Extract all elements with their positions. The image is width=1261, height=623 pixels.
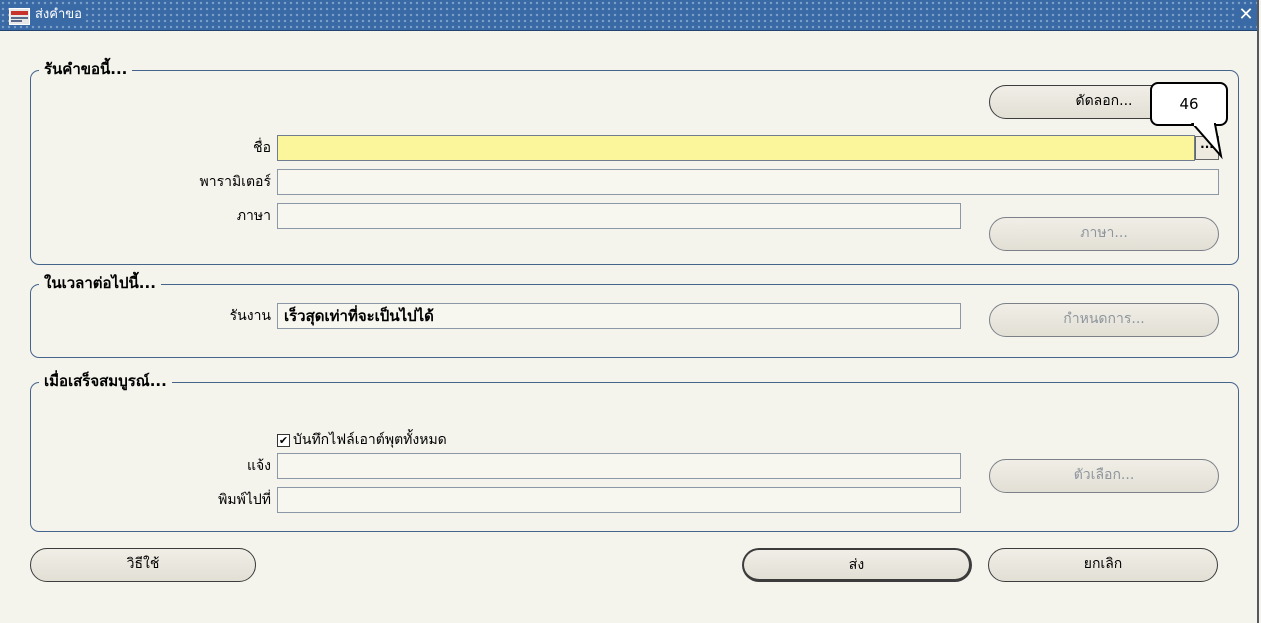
schedule-group-title: ในเวลาต่อไปนี้...	[39, 274, 161, 292]
callout-annotation: 46	[1150, 82, 1228, 126]
parameters-label: พารามิเตอร์	[199, 174, 271, 190]
options-button[interactable]: ตัวเลือก...	[989, 459, 1219, 493]
save-output-label: บันทึกไฟล์เอาต์พุตทั้งหมด	[293, 432, 447, 448]
parameters-field[interactable]	[277, 169, 1219, 195]
schedule-button[interactable]: กำหนดการ...	[989, 303, 1219, 337]
notify-field[interactable]	[277, 453, 961, 479]
callout-pointer	[1190, 122, 1223, 160]
completion-group: เมื่อเสร็จสมบูรณ์... ✔ บันทึกไฟล์เอาต์พุ…	[30, 372, 1239, 532]
name-field[interactable]	[277, 135, 1195, 161]
print-field[interactable]	[277, 487, 961, 513]
run-label: รันงาน	[229, 308, 271, 324]
language-label: ภาษา	[236, 208, 271, 224]
app-icon	[9, 8, 30, 25]
run-schedule-field[interactable]: เร็วสุดเท่าที่จะเป็นไปได้	[277, 303, 961, 329]
completion-group-title: เมื่อเสร็จสมบูรณ์...	[39, 372, 172, 390]
close-icon[interactable]: ✕	[1235, 5, 1257, 25]
save-output-checkbox[interactable]: ✔	[277, 433, 290, 447]
submit-button[interactable]: ส่ง	[742, 548, 972, 582]
schedule-group: ในเวลาต่อไปนี้... รันงาน เร็วสุดเท่าที่จ…	[30, 274, 1239, 358]
window-title: ส่งคำขอ	[31, 6, 86, 23]
notify-label: แจ้ง	[246, 458, 271, 474]
cancel-button[interactable]: ยกเลิก	[988, 548, 1218, 582]
language-button[interactable]: ภาษา...	[989, 217, 1219, 251]
request-group-title: รันคำขอนี้...	[39, 60, 133, 78]
print-label: พิมพ์ไปที่	[218, 492, 271, 508]
name-label: ชื่อ	[253, 140, 271, 156]
title-bar: ส่งคำขอ ✕	[0, 0, 1257, 31]
save-output-option[interactable]: ✔ บันทึกไฟล์เอาต์พุตทั้งหมด	[277, 431, 447, 449]
help-button[interactable]: วิธีใช้	[30, 548, 256, 582]
window-border	[1257, 0, 1259, 623]
request-group: รันคำขอนี้... ดัดลอก... ชื่อ ... พารามิเ…	[30, 60, 1239, 265]
language-field[interactable]	[277, 203, 961, 229]
